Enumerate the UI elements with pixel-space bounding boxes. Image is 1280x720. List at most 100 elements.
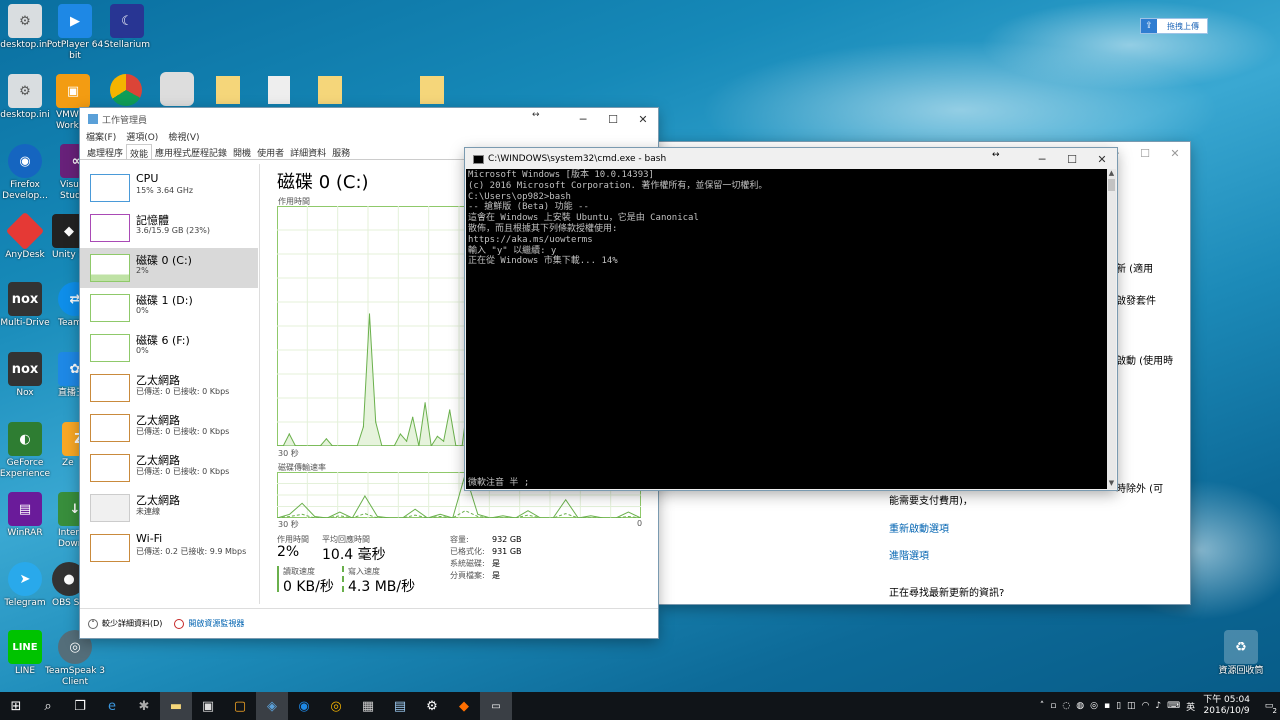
audio-app-icon[interactable] bbox=[160, 72, 194, 106]
settings-file-icon[interactable] bbox=[268, 76, 290, 104]
sidebar-item-ethernet-3[interactable]: 乙太網路 已傳送: 0 已接收: 0 Kbps bbox=[84, 448, 258, 488]
close-button[interactable]: ✕ bbox=[1160, 142, 1190, 164]
tab-details[interactable]: 詳細資料 bbox=[287, 144, 329, 159]
sidebar-item-memory[interactable]: 記憶體 3.6/15.9 GB (23%) bbox=[84, 208, 258, 248]
sidebar-item-disk6[interactable]: 磁碟 6 (F:) 0% bbox=[84, 328, 258, 368]
advanced-options-link[interactable]: 進階選項 bbox=[889, 547, 929, 562]
ime-indicator[interactable]: 英 bbox=[1186, 700, 1195, 713]
app-icon: ◈ bbox=[267, 698, 277, 714]
sidebar-item-wifi[interactable]: Wi-Fi 已傳送: 0.2 已接收: 9.9 Mbps bbox=[84, 528, 258, 568]
fewer-details-button[interactable]: 較少詳細資料(D) bbox=[102, 618, 162, 629]
folder-icon[interactable] bbox=[216, 76, 240, 104]
volume-icon[interactable]: ♪ bbox=[1155, 701, 1161, 711]
tray-app-icon[interactable]: ▪ bbox=[1104, 701, 1110, 711]
close-button[interactable]: ✕ bbox=[1087, 148, 1117, 170]
scroll-thumb[interactable] bbox=[1108, 179, 1115, 191]
read-speed-value: 0 KB/秒 bbox=[283, 579, 334, 595]
firefox-icon: ◉ bbox=[8, 144, 42, 178]
app-icon: ▢ bbox=[233, 698, 247, 714]
data-point bbox=[368, 313, 371, 315]
sidebar-item-cpu[interactable]: CPU 15% 3.64 GHz bbox=[84, 168, 258, 208]
menu-file[interactable]: 檔案(F) bbox=[86, 130, 116, 144]
tray-app-icon[interactable]: ◍ bbox=[1076, 701, 1084, 711]
menu-view[interactable]: 檢視(V) bbox=[168, 130, 199, 144]
console-output[interactable]: Microsoft Windows [版本 10.0.14393] (c) 201… bbox=[466, 169, 1107, 489]
nvidia-icon: ◐ bbox=[8, 422, 42, 456]
sidebar-item-sub: 0% bbox=[136, 306, 149, 315]
network-icon[interactable]: ◠ bbox=[1142, 701, 1150, 711]
taskbar-app[interactable]: ▣ bbox=[192, 692, 224, 720]
menu-options[interactable]: 選項(O) bbox=[126, 130, 158, 144]
taskbar-firefox[interactable]: ◉ bbox=[288, 692, 320, 720]
resource-monitor-link[interactable]: 開啟資源監視器 bbox=[188, 618, 244, 629]
upload-widget[interactable]: ⇪ 拖拽上傳 bbox=[1140, 18, 1208, 34]
folder-icon[interactable] bbox=[420, 76, 444, 104]
taskbar-app[interactable]: ▦ bbox=[352, 692, 384, 720]
resource-monitor-icon bbox=[174, 618, 185, 629]
taskbar-chrome[interactable]: ◎ bbox=[320, 692, 352, 720]
tab-processes[interactable]: 處理程序 bbox=[84, 144, 126, 159]
taskbar-app[interactable]: ▢ bbox=[224, 692, 256, 720]
taskbar-edge[interactable]: e bbox=[96, 692, 128, 720]
desktop-icon-recycle-bin[interactable]: ♻ 資源回收筒 bbox=[1210, 630, 1272, 677]
restart-options-link[interactable]: 重新啟動選項 bbox=[889, 520, 949, 535]
minimize-button[interactable]: ─ bbox=[1027, 148, 1057, 170]
tab-startup[interactable]: 開機 bbox=[230, 144, 254, 159]
scroll-down-icon[interactable]: ▼ bbox=[1107, 479, 1116, 489]
taskbar-app[interactable]: ✱ bbox=[128, 692, 160, 720]
sidebar-item-ethernet-4[interactable]: 乙太網路 未連線 bbox=[84, 488, 258, 528]
desktop-icon-teamspeak[interactable]: ◎ TeamSpeak 3 Client bbox=[44, 630, 106, 688]
tab-app-history[interactable]: 應用程式歷程記錄 bbox=[152, 144, 230, 159]
prop-value: 932 GB bbox=[492, 535, 522, 544]
sidebar-item-ethernet-2[interactable]: 乙太網路 已傳送: 0 已接收: 0 Kbps bbox=[84, 408, 258, 448]
keyboard-icon[interactable]: ⌨ bbox=[1167, 701, 1180, 711]
battery-icon[interactable]: ▯ bbox=[1116, 701, 1121, 711]
taskbar-app[interactable]: ▤ bbox=[384, 692, 416, 720]
sidebar-item-disk0[interactable]: 磁碟 0 (C:) 2% bbox=[80, 248, 258, 288]
folder-icon[interactable] bbox=[318, 76, 342, 104]
scrollbar[interactable]: ▲ ▼ bbox=[1107, 169, 1116, 489]
clock[interactable]: 下午 05:04 2016/10/9 bbox=[1203, 695, 1250, 717]
title-bar[interactable]: C:\WINDOWS\system32\cmd.exe - bash bbox=[465, 148, 1117, 170]
maximize-button[interactable]: ☐ bbox=[1130, 142, 1160, 164]
settings-file-icon: ⚙ bbox=[8, 74, 42, 108]
data-point bbox=[449, 409, 451, 411]
desktop-icon-stellarium[interactable]: ☾ Stellarium bbox=[96, 4, 158, 51]
sidebar-item-disk1[interactable]: 磁碟 1 (D:) 0% bbox=[84, 288, 258, 328]
data-point bbox=[412, 416, 414, 418]
maximize-button[interactable]: ☐ bbox=[598, 108, 628, 130]
desktop-icon-label: TeamSpeak 3 Client bbox=[44, 666, 106, 687]
taskbar-app[interactable]: ◆ bbox=[448, 692, 480, 720]
sidebar-item-name: CPU bbox=[136, 172, 159, 185]
taskbar-app[interactable]: ◈ bbox=[256, 692, 288, 720]
action-center-button[interactable]: ▭ 2 bbox=[1258, 692, 1280, 720]
scroll-up-icon[interactable]: ▲ bbox=[1107, 169, 1116, 179]
taskbar-file-explorer[interactable]: ▬ bbox=[160, 692, 192, 720]
sidebar-item-ethernet-1[interactable]: 乙太網路 已傳送: 0 已接收: 0 Kbps bbox=[84, 368, 258, 408]
minimize-button[interactable]: ─ bbox=[568, 108, 598, 130]
chart1-time-label: 30 秒 bbox=[278, 449, 299, 458]
tab-users[interactable]: 使用者 bbox=[254, 144, 287, 159]
console-line: 輸入 "y" 以繼續: y bbox=[468, 245, 557, 256]
task-manager-icon bbox=[88, 114, 98, 124]
taskbar-settings[interactable]: ⚙ bbox=[416, 692, 448, 720]
maximize-button[interactable]: ☐ bbox=[1057, 148, 1087, 170]
sidebar-item-sub: 15% 3.64 GHz bbox=[136, 186, 194, 195]
tab-services[interactable]: 服務 bbox=[329, 144, 353, 159]
search-button[interactable]: ⌕ bbox=[32, 692, 64, 720]
task-view-button[interactable]: ❐ bbox=[64, 692, 96, 720]
tab-performance[interactable]: 效能 bbox=[126, 144, 153, 160]
close-button[interactable]: ✕ bbox=[628, 108, 658, 130]
chrome-icon[interactable] bbox=[110, 74, 142, 106]
prop-key: 系統磁碟: bbox=[450, 559, 485, 568]
tray-app-icon[interactable]: ◌ bbox=[1062, 701, 1070, 711]
avg-response-value: 10.4 毫秒 bbox=[322, 547, 386, 563]
start-button[interactable]: ⊞ bbox=[0, 692, 32, 720]
desktop-icon-label: 資源回收筒 bbox=[1218, 666, 1264, 676]
chevron-up-icon[interactable]: ˄ bbox=[1040, 701, 1045, 711]
ethernet-thumbnail bbox=[90, 374, 130, 402]
tray-app-icon[interactable]: ▫ bbox=[1050, 701, 1056, 711]
taskbar-cmd[interactable]: ▭ bbox=[480, 692, 512, 720]
tray-app-icon[interactable]: ◎ bbox=[1090, 701, 1098, 711]
tray-app-icon[interactable]: ◫ bbox=[1127, 701, 1136, 711]
